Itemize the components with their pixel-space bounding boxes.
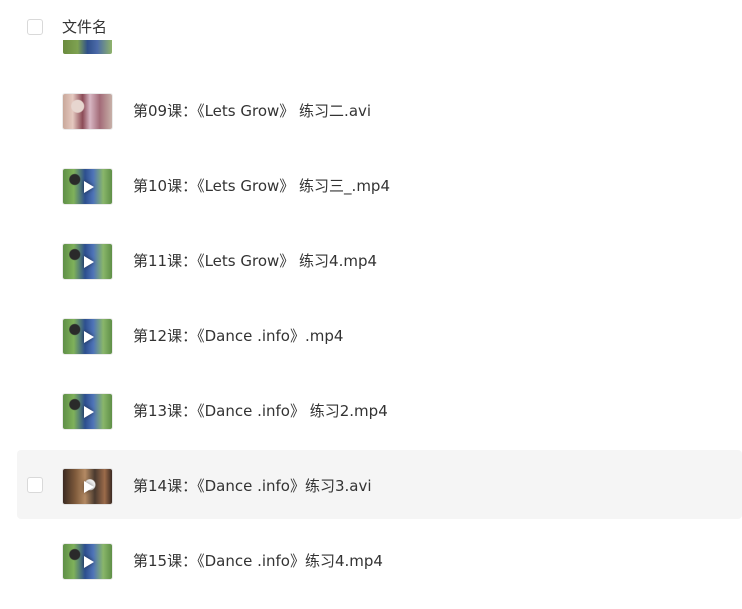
file-row[interactable]: 第10课：《Lets Grow》 练习三_.mp4: [17, 150, 742, 219]
file-name[interactable]: 第11课：《Lets Grow》 练习4.mp4: [133, 251, 377, 271]
file-row[interactable]: 第14课：《Dance .info》练习3.avi: [17, 450, 742, 519]
thumbnail-image: [63, 94, 112, 129]
file-name[interactable]: 第12课：《Dance .info》.mp4: [133, 326, 343, 346]
partial-file-thumbnail: [63, 40, 112, 54]
file-name[interactable]: 第14课：《Dance .info》练习3.avi: [133, 476, 372, 496]
file-name[interactable]: 第15课：《Dance .info》练习4.mp4: [133, 551, 383, 571]
file-list: 第09课：《Lets Grow》 练习二.avi 第10课：《Lets Grow》…: [17, 75, 742, 600]
play-icon: [83, 330, 94, 343]
file-list-page: 文件名 第09课：《Lets Grow》 练习二.avi 第10课：《Lets G…: [0, 0, 742, 609]
play-icon: [83, 255, 94, 268]
file-name[interactable]: 第10课：《Lets Grow》 练习三_.mp4: [133, 176, 390, 196]
file-row[interactable]: 第12课：《Dance .info》.mp4: [17, 300, 742, 369]
file-row[interactable]: 第13课：《Dance .info》 练习2.mp4: [17, 375, 742, 444]
file-row[interactable]: 第11课：《Lets Grow》 练习4.mp4: [17, 225, 742, 294]
play-icon: [83, 480, 94, 493]
play-icon: [83, 405, 94, 418]
file-name[interactable]: 第09课：《Lets Grow》 练习二.avi: [133, 101, 371, 121]
file-thumbnail[interactable]: [63, 544, 112, 579]
file-thumbnail[interactable]: [63, 169, 112, 204]
file-thumbnail[interactable]: [63, 469, 112, 504]
filename-column-header[interactable]: 文件名: [62, 17, 107, 37]
play-icon: [83, 555, 94, 568]
select-all-checkbox[interactable]: [27, 19, 43, 35]
file-thumbnail[interactable]: [63, 319, 112, 354]
file-thumbnail[interactable]: [63, 94, 112, 129]
file-thumbnail[interactable]: [63, 394, 112, 429]
file-name[interactable]: 第13课：《Dance .info》 练习2.mp4: [133, 401, 388, 421]
file-row[interactable]: 第15课：《Dance .info》练习4.mp4: [17, 525, 742, 594]
file-thumbnail[interactable]: [63, 244, 112, 279]
file-row[interactable]: 第09课：《Lets Grow》 练习二.avi: [17, 75, 742, 144]
play-icon: [83, 180, 94, 193]
row-checkbox[interactable]: [27, 477, 43, 493]
